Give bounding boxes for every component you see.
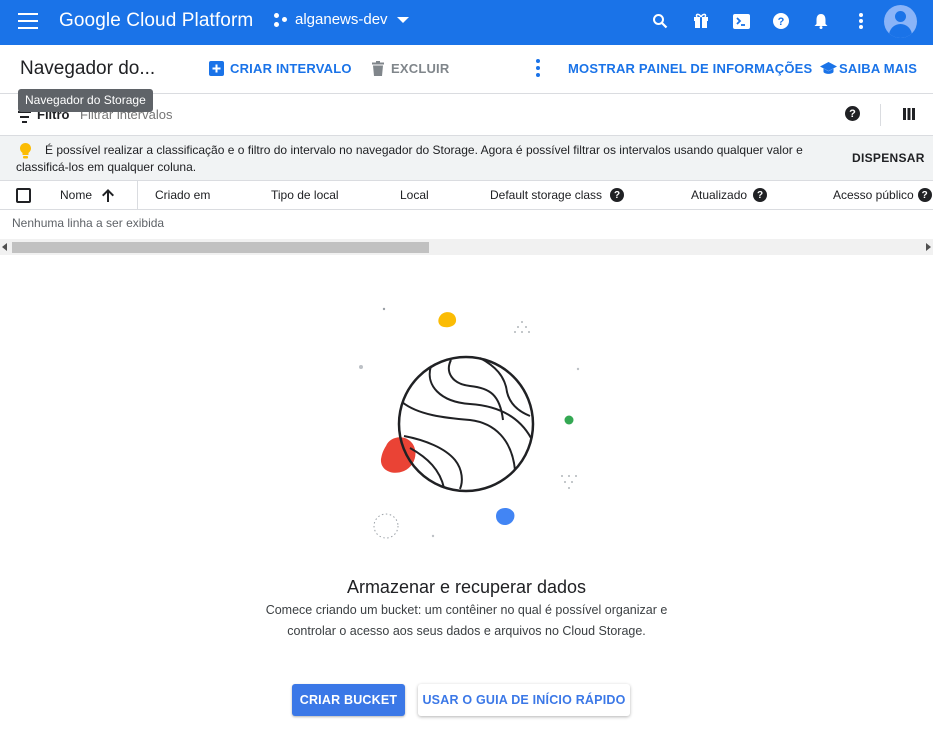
top-app-bar: Google Cloud Platform alganews-dev ? xyxy=(0,0,933,45)
delete-label: EXCLUIR xyxy=(391,61,450,76)
svg-text:?: ? xyxy=(778,16,785,28)
banner-message: É possível realizar a classificação e o … xyxy=(16,143,803,174)
column-header-created-label: Criado em xyxy=(155,188,211,202)
help-icon[interactable]: ? xyxy=(845,106,860,121)
column-header-location-type[interactable]: Tipo de local xyxy=(271,188,339,202)
scroll-right-arrow-icon[interactable] xyxy=(926,243,931,251)
brand-title[interactable]: Google Cloud Platform xyxy=(59,10,253,32)
add-box-icon xyxy=(209,61,224,76)
horizontal-scrollbar[interactable] xyxy=(0,239,933,255)
column-header-public-access-label: Acesso público xyxy=(833,188,914,202)
help-icon[interactable]: ? xyxy=(610,188,625,202)
column-header-location-type-label: Tipo de local xyxy=(271,188,339,202)
gift-icon[interactable] xyxy=(691,11,711,31)
column-header-updated[interactable]: Atualizado ? xyxy=(691,188,768,202)
quickstart-guide-button[interactable]: USAR O GUIA DE INÍCIO RÁPIDO xyxy=(418,684,630,716)
page-title-tooltip: Navegador do Storage xyxy=(18,89,153,112)
storage-illustration xyxy=(359,307,580,539)
column-header-location-label: Local xyxy=(400,188,429,202)
help-icon[interactable]: ? xyxy=(771,11,791,31)
sort-arrow-up-icon xyxy=(102,188,115,202)
filter-list-icon[interactable] xyxy=(18,111,31,126)
info-banner: É possível realizar a classificação e o … xyxy=(0,135,933,180)
action-bar: Navegador do... CRIAR INTERVALO EXCLUIR … xyxy=(0,45,933,94)
column-header-name-label: Nome xyxy=(60,188,93,202)
create-interval-label: CRIAR INTERVALO xyxy=(230,61,352,76)
empty-table-message: Nenhuma linha a ser exibida xyxy=(12,216,165,230)
select-all-checkbox[interactable] xyxy=(16,188,31,203)
divider xyxy=(880,104,881,126)
search-icon[interactable] xyxy=(650,11,670,31)
project-icon xyxy=(274,12,288,27)
table-header: Nome Criado em Tipo de local Local Defau… xyxy=(0,180,933,210)
show-info-panel-label: MOSTRAR PAINEL DE INFORMAÇÕES xyxy=(568,61,813,76)
help-icon[interactable]: ? xyxy=(753,188,768,202)
dismiss-button[interactable]: DISPENSAR xyxy=(852,151,925,165)
create-interval-button[interactable]: CRIAR INTERVALO xyxy=(209,61,352,76)
delete-button[interactable]: EXCLUIR xyxy=(372,61,449,76)
school-icon xyxy=(820,62,837,74)
column-header-name[interactable]: Nome xyxy=(60,188,115,202)
column-divider xyxy=(137,181,138,209)
chevron-down-icon xyxy=(396,16,409,23)
scrollbar-thumb[interactable] xyxy=(12,242,429,253)
learn-more-label: SAIBA MAIS xyxy=(839,61,918,76)
project-name: alganews-dev xyxy=(295,11,388,28)
column-header-storage-class[interactable]: Default storage class ? xyxy=(490,188,625,202)
column-header-created[interactable]: Criado em xyxy=(155,188,210,202)
cloud-shell-icon[interactable] xyxy=(731,11,751,31)
more-vert-icon[interactable] xyxy=(851,11,871,31)
page-title: Navegador do... xyxy=(20,58,156,79)
empty-state-title: Armazenar e recuperar dados xyxy=(346,577,587,597)
show-info-panel-button[interactable]: MOSTRAR PAINEL DE INFORMAÇÕES xyxy=(568,61,812,76)
account-avatar[interactable] xyxy=(884,5,917,38)
empty-state-description: Comece criando um bucket: um contêiner n… xyxy=(265,603,668,638)
scroll-left-arrow-icon[interactable] xyxy=(2,243,7,251)
column-header-public-access[interactable]: Acesso público ? xyxy=(833,188,932,202)
learn-more-button[interactable]: SAIBA MAIS xyxy=(820,61,917,76)
column-header-updated-label: Atualizado xyxy=(691,188,748,202)
menu-icon[interactable] xyxy=(18,13,38,29)
trash-icon xyxy=(372,61,384,76)
help-icon[interactable]: ? xyxy=(917,188,932,202)
more-options-icon[interactable] xyxy=(536,59,540,77)
column-header-location[interactable]: Local xyxy=(400,188,429,202)
notifications-icon[interactable] xyxy=(811,11,831,31)
column-display-icon[interactable] xyxy=(903,107,915,125)
project-selector[interactable]: alganews-dev xyxy=(274,11,409,28)
create-bucket-button[interactable]: CRIAR BUCKET xyxy=(292,684,405,716)
column-header-storage-class-label: Default storage class xyxy=(490,188,603,202)
